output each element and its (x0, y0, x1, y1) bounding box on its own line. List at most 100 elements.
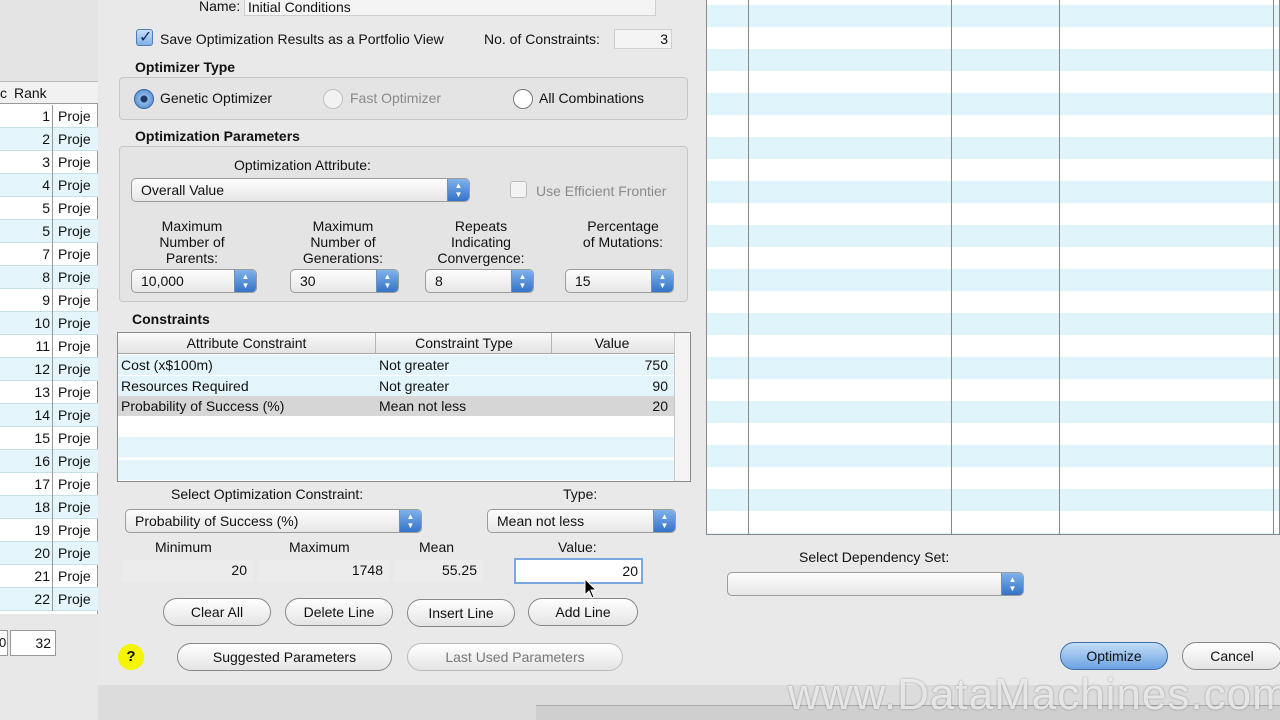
table-row[interactable]: 7 Proje (0, 243, 98, 266)
column-header-type[interactable]: Constraint Type (376, 335, 552, 351)
cancel-button[interactable]: Cancel (1182, 642, 1280, 670)
project-name-cell: Proje (58, 177, 91, 193)
table-row[interactable]: 2 Proje (0, 128, 98, 151)
background-footer: 0 32 (0, 630, 56, 656)
maximum-label: Maximum (289, 539, 350, 555)
sheet-column-divider (951, 0, 952, 534)
project-name-cell: Proje (58, 522, 91, 538)
rank-cell: 16 (0, 450, 53, 473)
row-value: 20 (652, 398, 668, 414)
table-row[interactable]: 5 Proje (0, 220, 98, 243)
mutations-label: Percentage of Mutations: (582, 218, 664, 250)
project-name-cell: Proje (58, 131, 91, 147)
attribute-popup[interactable]: Overall Value ▲ ▼ (131, 178, 470, 202)
sheet-stripe (707, 467, 1279, 489)
table-row[interactable]: 11 Proje (0, 335, 98, 358)
project-name-cell: Proje (58, 407, 91, 423)
mutations-value: 15 (575, 273, 591, 289)
table-row[interactable]: 8 Proje (0, 266, 98, 289)
popup-arrows-icon: ▲ ▼ (376, 270, 398, 292)
table-row[interactable]: 13 Proje (0, 381, 98, 404)
fast-optimizer-radio[interactable] (323, 89, 343, 109)
efficient-frontier-checkbox[interactable] (510, 181, 527, 198)
sheet-stripe (707, 401, 1279, 423)
sheet-stripe (707, 93, 1279, 115)
column-header-attribute[interactable]: Attribute Constraint (118, 335, 375, 351)
table-row[interactable]: 15 Proje (0, 427, 98, 450)
all-combinations-label: All Combinations (539, 90, 645, 106)
save-portfolio-checkbox[interactable]: ✓ (136, 29, 153, 46)
add-line-button[interactable]: Add Line (528, 598, 638, 626)
table-row[interactable]: 16 Proje (0, 450, 98, 473)
clear-all-button[interactable]: Clear All (163, 598, 271, 626)
row-attribute: Probability of Success (%) (121, 398, 285, 414)
table-row[interactable]: 22 Proje (0, 588, 98, 611)
column-header-value[interactable]: Value (552, 335, 672, 351)
insert-line-button[interactable]: Insert Line (407, 599, 515, 627)
table-row[interactable]: 1 Proje (0, 105, 98, 128)
sheet-stripe (707, 269, 1279, 291)
genetic-optimizer-radio[interactable] (134, 89, 154, 109)
row-type: Not greater (379, 378, 450, 394)
table-row[interactable]: 3 Proje (0, 151, 98, 174)
project-name-cell: Proje (58, 453, 91, 469)
dependency-set-popup[interactable]: ▲ ▼ (727, 572, 1024, 596)
rank-cell: 22 (0, 588, 53, 611)
max-generations-label: Maximum Number of Generations: (302, 218, 384, 266)
table-row[interactable]: 19 Proje (0, 519, 98, 542)
optimizer-type-title: Optimizer Type (135, 59, 236, 75)
constraints-table[interactable]: Attribute Constraint Constraint Type Val… (117, 332, 691, 482)
table-row[interactable]: 20 Proje (0, 542, 98, 565)
table-row[interactable]: Resources Required Not greater 90 (118, 376, 674, 396)
type-label: Type: (563, 486, 598, 502)
project-name-cell: Proje (58, 292, 91, 308)
table-row[interactable]: 21 Proje (0, 565, 98, 588)
table-row[interactable]: 14 Proje (0, 404, 98, 427)
dependency-sheet[interactable] (706, 0, 1280, 535)
table-row[interactable]: 5 Proje (0, 197, 98, 220)
table-row[interactable]: 18 Proje (0, 496, 98, 519)
rank-cell: 15 (0, 427, 53, 450)
row-value: 750 (644, 357, 668, 373)
mutations-popup[interactable]: 15 ▲ ▼ (565, 269, 674, 293)
rank-cell: 3 (0, 151, 53, 174)
save-portfolio-label: Save Optimization Results as a Portfolio… (160, 31, 444, 47)
table-row[interactable]: 9 Proje (0, 289, 98, 312)
constraint-value-input[interactable]: 20 (514, 558, 643, 584)
table-row[interactable]: Cost (x$100m) Not greater 750 (118, 355, 674, 375)
max-parents-value: 10,000 (141, 273, 184, 289)
table-row-selected[interactable]: Probability of Success (%) Mean not less… (118, 396, 674, 416)
name-input[interactable]: Initial Conditions (244, 0, 656, 16)
type-popup[interactable]: Mean not less ▲ ▼ (487, 509, 676, 533)
table-row[interactable]: 12 Proje (0, 358, 98, 381)
all-combinations-radio[interactable] (513, 89, 533, 109)
optimize-button[interactable]: Optimize (1060, 642, 1168, 670)
help-button[interactable]: ? (118, 644, 144, 670)
last-used-parameters-button[interactable]: Last Used Parameters (407, 643, 623, 671)
sheet-stripe (707, 357, 1279, 379)
sheet-column-divider (1273, 0, 1274, 534)
rank-cell: 5 (0, 197, 53, 220)
fast-optimizer-label: Fast Optimizer (350, 90, 442, 106)
table-scrollbar[interactable] (674, 333, 690, 481)
rank-cell: 8 (0, 266, 53, 289)
select-constraint-value: Probability of Success (%) (135, 513, 299, 529)
genetic-optimizer-label: Genetic Optimizer (160, 90, 273, 106)
project-name-cell: Proje (58, 269, 91, 285)
popup-arrows-icon: ▲ ▼ (447, 179, 469, 201)
suggested-parameters-button[interactable]: Suggested Parameters (177, 643, 392, 671)
repeats-popup[interactable]: 8 ▲ ▼ (425, 269, 534, 293)
constraints-count-value: 3 (614, 29, 672, 49)
rank-cell: 21 (0, 565, 53, 588)
table-row[interactable]: 4 Proje (0, 174, 98, 197)
sheet-stripe (707, 5, 1279, 27)
max-parents-popup[interactable]: 10,000 ▲ ▼ (131, 269, 257, 293)
project-name-cell: Proje (58, 545, 91, 561)
sheet-stripe (707, 71, 1279, 93)
max-generations-popup[interactable]: 30 ▲ ▼ (290, 269, 399, 293)
select-constraint-popup[interactable]: Probability of Success (%) ▲ ▼ (125, 509, 422, 533)
table-row[interactable]: 10 Proje (0, 312, 98, 335)
delete-line-button[interactable]: Delete Line (285, 598, 393, 626)
attribute-label: Optimization Attribute: (234, 157, 371, 173)
table-row[interactable]: 17 Proje (0, 473, 98, 496)
